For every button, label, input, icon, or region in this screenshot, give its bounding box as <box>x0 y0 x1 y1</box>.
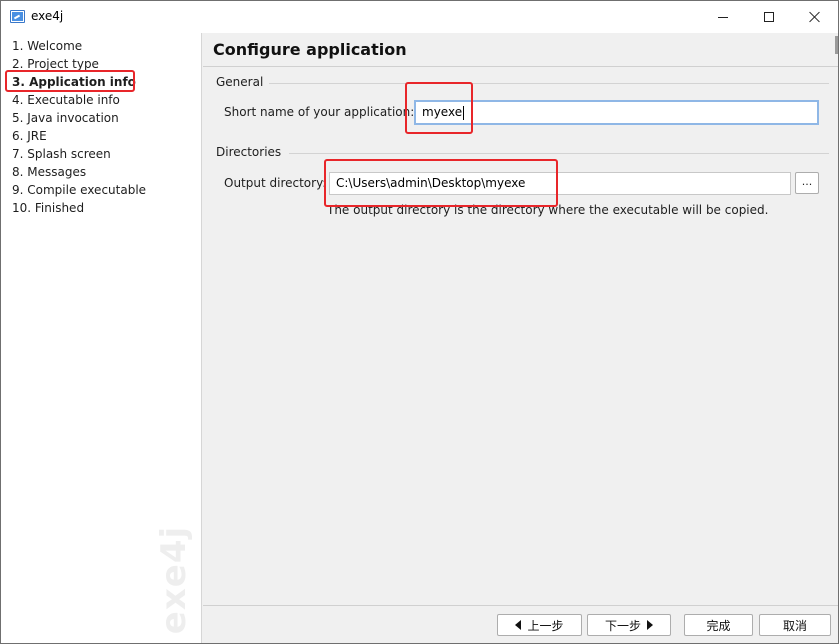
step-welcome[interactable]: 1. Welcome <box>1 37 201 55</box>
short-name-input[interactable]: myexe <box>414 100 819 125</box>
step-jre[interactable]: 6. JRE <box>1 127 201 145</box>
page-title: Configure application <box>213 40 407 59</box>
previous-label: 上一步 <box>527 618 564 633</box>
maximize-button[interactable] <box>746 1 792 33</box>
directories-section-label: Directories <box>216 145 282 159</box>
directories-section-divider <box>289 153 829 154</box>
exe4j-app-icon <box>10 10 25 23</box>
main-panel: Configure application General Short name… <box>203 33 838 643</box>
finish-button[interactable]: 完成 <box>684 614 753 636</box>
step-java-invocation[interactable]: 5. Java invocation <box>1 109 201 127</box>
arrow-left-icon <box>515 620 522 630</box>
arrow-right-icon <box>647 620 653 630</box>
output-directory-highlight <box>324 159 558 207</box>
minimize-button[interactable] <box>700 1 746 33</box>
active-step-highlight <box>5 70 135 92</box>
maximize-icon <box>764 12 774 22</box>
step-compile-executable[interactable]: 9. Compile executable <box>1 181 201 199</box>
step-messages[interactable]: 8. Messages <box>1 163 201 181</box>
exe4j-window: exe4j 1. Welcome 2. Project type 3. Appl… <box>0 0 839 644</box>
general-section-label: General <box>216 75 264 89</box>
step-splash-screen[interactable]: 7. Splash screen <box>1 145 201 163</box>
next-button[interactable]: 下一步 <box>587 614 671 636</box>
title-bar: exe4j <box>1 1 838 33</box>
short-name-label: Short name of your application: <box>224 105 415 119</box>
exe4j-watermark: exe4j <box>153 525 195 635</box>
close-button[interactable] <box>792 1 838 33</box>
output-directory-label: Output directory: <box>224 176 327 190</box>
title-divider <box>203 66 838 67</box>
cancel-label: 取消 <box>782 618 807 633</box>
general-section-divider <box>269 83 829 84</box>
footer-divider <box>203 605 838 606</box>
short-name-highlight <box>405 82 473 134</box>
wizard-steps-sidebar: 1. Welcome 2. Project type 3. Applicatio… <box>1 33 202 643</box>
close-icon <box>809 11 821 23</box>
next-label: 下一步 <box>604 618 641 633</box>
previous-button[interactable]: 上一步 <box>497 614 582 636</box>
watermark-text: exe4j <box>154 525 194 635</box>
step-executable-info[interactable]: 4. Executable info <box>1 91 201 109</box>
step-finished[interactable]: 10. Finished <box>1 199 201 217</box>
scrollbar-thumb[interactable] <box>835 36 838 54</box>
finish-label: 完成 <box>706 618 731 633</box>
minimize-icon <box>718 16 728 18</box>
browse-button[interactable]: ... <box>795 172 819 194</box>
window-title: exe4j <box>31 9 64 23</box>
cancel-button[interactable]: 取消 <box>759 614 831 636</box>
steps-list: 1. Welcome 2. Project type 3. Applicatio… <box>1 33 201 217</box>
